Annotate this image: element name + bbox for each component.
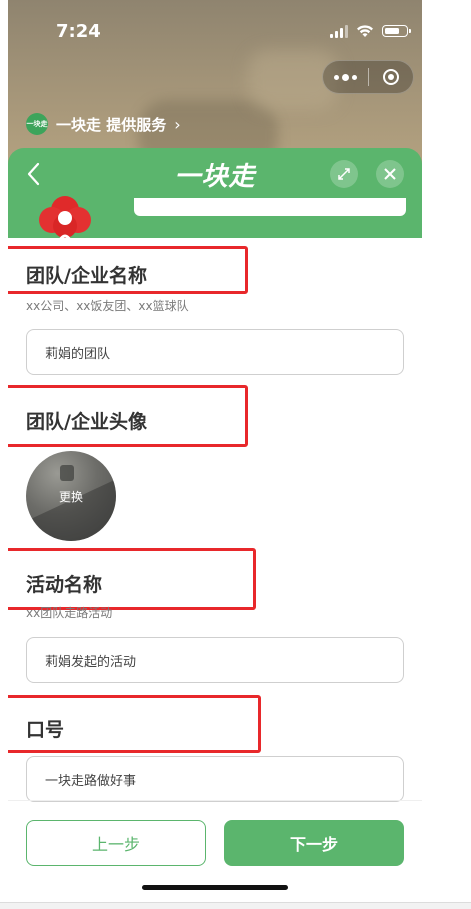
activity-name-input[interactable]: 莉娟发起的活动 [26, 637, 404, 683]
page-header: 一块走 [8, 148, 422, 238]
chevron-right-icon: › [174, 114, 181, 134]
slogan-label: 口号 [26, 719, 65, 741]
change-avatar-label: 更换 [58, 489, 83, 504]
status-time: 7:24 [56, 21, 101, 42]
phone-screen: 7:24 一块走 一块走 提供服务 › 一块走 团队/企业名称 xx公司、xx饭… [8, 0, 422, 908]
wifi-icon [357, 25, 373, 37]
footer-divider [8, 800, 422, 801]
battery-icon [382, 25, 411, 37]
signal-icon [330, 24, 348, 38]
expand-icon [338, 168, 350, 180]
slogan-input[interactable]: 一块走路做好事 [26, 756, 404, 802]
flower-mascot-icon [39, 196, 91, 238]
home-indicator[interactable] [142, 885, 288, 890]
activity-name-hint: xx团队走路活动 [26, 606, 113, 620]
close-button[interactable] [376, 160, 404, 188]
expand-button[interactable] [330, 160, 358, 188]
mini-program-capsule [322, 60, 414, 94]
previous-step-button[interactable]: 上一步 [26, 820, 206, 866]
service-provider-text: 一块走 提供服务 [56, 115, 167, 134]
activity-name-label: 活动名称 [26, 574, 103, 596]
next-step-button[interactable]: 下一步 [224, 820, 404, 866]
service-logo: 一块走 [26, 113, 48, 135]
target-icon [382, 69, 399, 85]
more-dots-icon [333, 73, 357, 81]
more-menu-button[interactable] [323, 61, 368, 93]
team-name-hint: xx公司、xx饭友团、xx篮球队 [26, 299, 189, 313]
team-name-input[interactable]: 莉娟的团队 [26, 329, 404, 375]
header-card-edge [134, 198, 406, 216]
team-avatar-button[interactable]: 更换 [26, 451, 116, 541]
service-provider-link[interactable]: 一块走 一块走 提供服务 › [26, 113, 181, 135]
team-name-label: 团队/企业名称 [26, 265, 147, 287]
team-avatar-label: 团队/企业头像 [26, 411, 147, 433]
exit-mini-program-button[interactable] [368, 61, 413, 93]
status-icons [330, 22, 411, 40]
team-form: 团队/企业名称 xx公司、xx饭友团、xx篮球队 莉娟的团队 团队/企业头像 更… [8, 238, 422, 802]
close-icon [384, 168, 396, 180]
